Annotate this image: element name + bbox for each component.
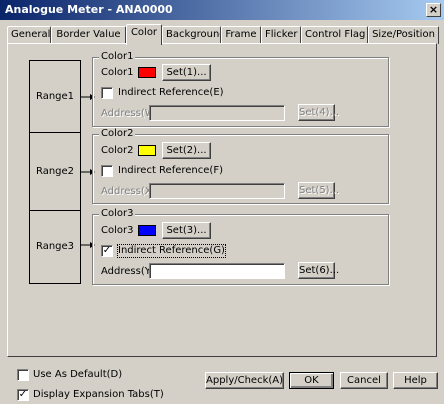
ok-button[interactable]: OK — [289, 372, 334, 389]
address-y-label: Address(Y) — [101, 266, 155, 277]
indirect-reference-e-label: Indirect Reference(E) — [118, 87, 224, 98]
set-color1-button[interactable]: Set(1)... — [162, 64, 211, 81]
indirect-reference-e-checkbox[interactable] — [101, 87, 113, 99]
display-expansion-tabs-label: Display Expansion Tabs(T) — [33, 389, 164, 400]
color2-group: Color2 Color2 Set(2)... Indirect Referen… — [92, 128, 389, 204]
address-x-field[interactable] — [149, 183, 285, 199]
set-color2-button[interactable]: Set(2)... — [162, 142, 211, 159]
range3-box: Range3 — [29, 210, 81, 284]
range2-label: Range2 — [35, 165, 75, 177]
address-y-field[interactable] — [149, 263, 285, 279]
color3-swatch[interactable] — [138, 225, 156, 236]
set-address-x-button[interactable]: Set(5)... — [298, 182, 339, 199]
tab-flicker[interactable]: Flicker — [261, 26, 301, 44]
use-as-default-label: Use As Default(D) — [33, 369, 123, 380]
tab-general[interactable]: General — [7, 26, 51, 44]
color2-swatch[interactable] — [138, 145, 156, 156]
set-address-w-button[interactable]: Set(4)... — [298, 104, 339, 121]
tab-color[interactable]: Color — [126, 24, 162, 45]
tab-background[interactable]: Background — [162, 26, 221, 44]
cancel-button[interactable]: Cancel — [340, 372, 388, 389]
color1-group-title: Color1 — [99, 51, 136, 63]
apply-check-button[interactable]: Apply/Check(A) — [205, 372, 284, 389]
window-titlebar[interactable]: Analogue Meter - ANA0000 × — [0, 0, 444, 20]
color1-group: Color1 Color1 Set(1)... Indirect Referen… — [92, 51, 389, 127]
indirect-reference-f-checkbox[interactable] — [101, 165, 113, 177]
range1-label: Range1 — [35, 90, 75, 102]
color3-group-title: Color3 — [99, 208, 136, 220]
tab-size-position[interactable]: Size/Position — [368, 26, 439, 44]
color3-group: Color3 Color3 Set(3)... ✓ Indirect Refer… — [92, 208, 389, 285]
tab-control-flag[interactable]: Control Flag — [301, 26, 368, 44]
color1-swatch[interactable] — [138, 67, 156, 78]
tab-border-value[interactable]: Border Value — [51, 26, 126, 44]
help-button[interactable]: Help — [393, 372, 438, 389]
address-x-label: Address(X) — [101, 186, 156, 197]
color3-label: Color3 — [101, 225, 134, 236]
color2-label: Color2 — [101, 145, 134, 156]
close-icon[interactable]: × — [426, 3, 441, 17]
range1-box: Range1 — [29, 60, 81, 133]
set-address-y-button[interactable]: Set(6)... — [298, 262, 339, 279]
range3-label: Range3 — [35, 241, 75, 252]
indirect-reference-g-label: Indirect Reference(G) — [117, 244, 226, 258]
color1-label: Color1 — [101, 67, 134, 78]
indirect-reference-f-label: Indirect Reference(F) — [118, 165, 223, 176]
color-tab-panel: Range1 Range2 Range3 Color1 Color1 Set(1… — [7, 43, 437, 357]
address-w-field[interactable] — [149, 105, 285, 121]
display-expansion-tabs-checkbox[interactable]: ✓ — [17, 389, 29, 401]
window-title: Analogue Meter - ANA0000 — [5, 3, 173, 16]
color2-group-title: Color2 — [99, 128, 136, 140]
indirect-reference-g-checkbox[interactable]: ✓ — [101, 245, 113, 257]
tab-frame[interactable]: Frame — [221, 26, 261, 44]
use-as-default-checkbox[interactable] — [17, 369, 29, 381]
set-color3-button[interactable]: Set(3)... — [162, 222, 211, 239]
range2-box: Range2 — [29, 132, 81, 211]
